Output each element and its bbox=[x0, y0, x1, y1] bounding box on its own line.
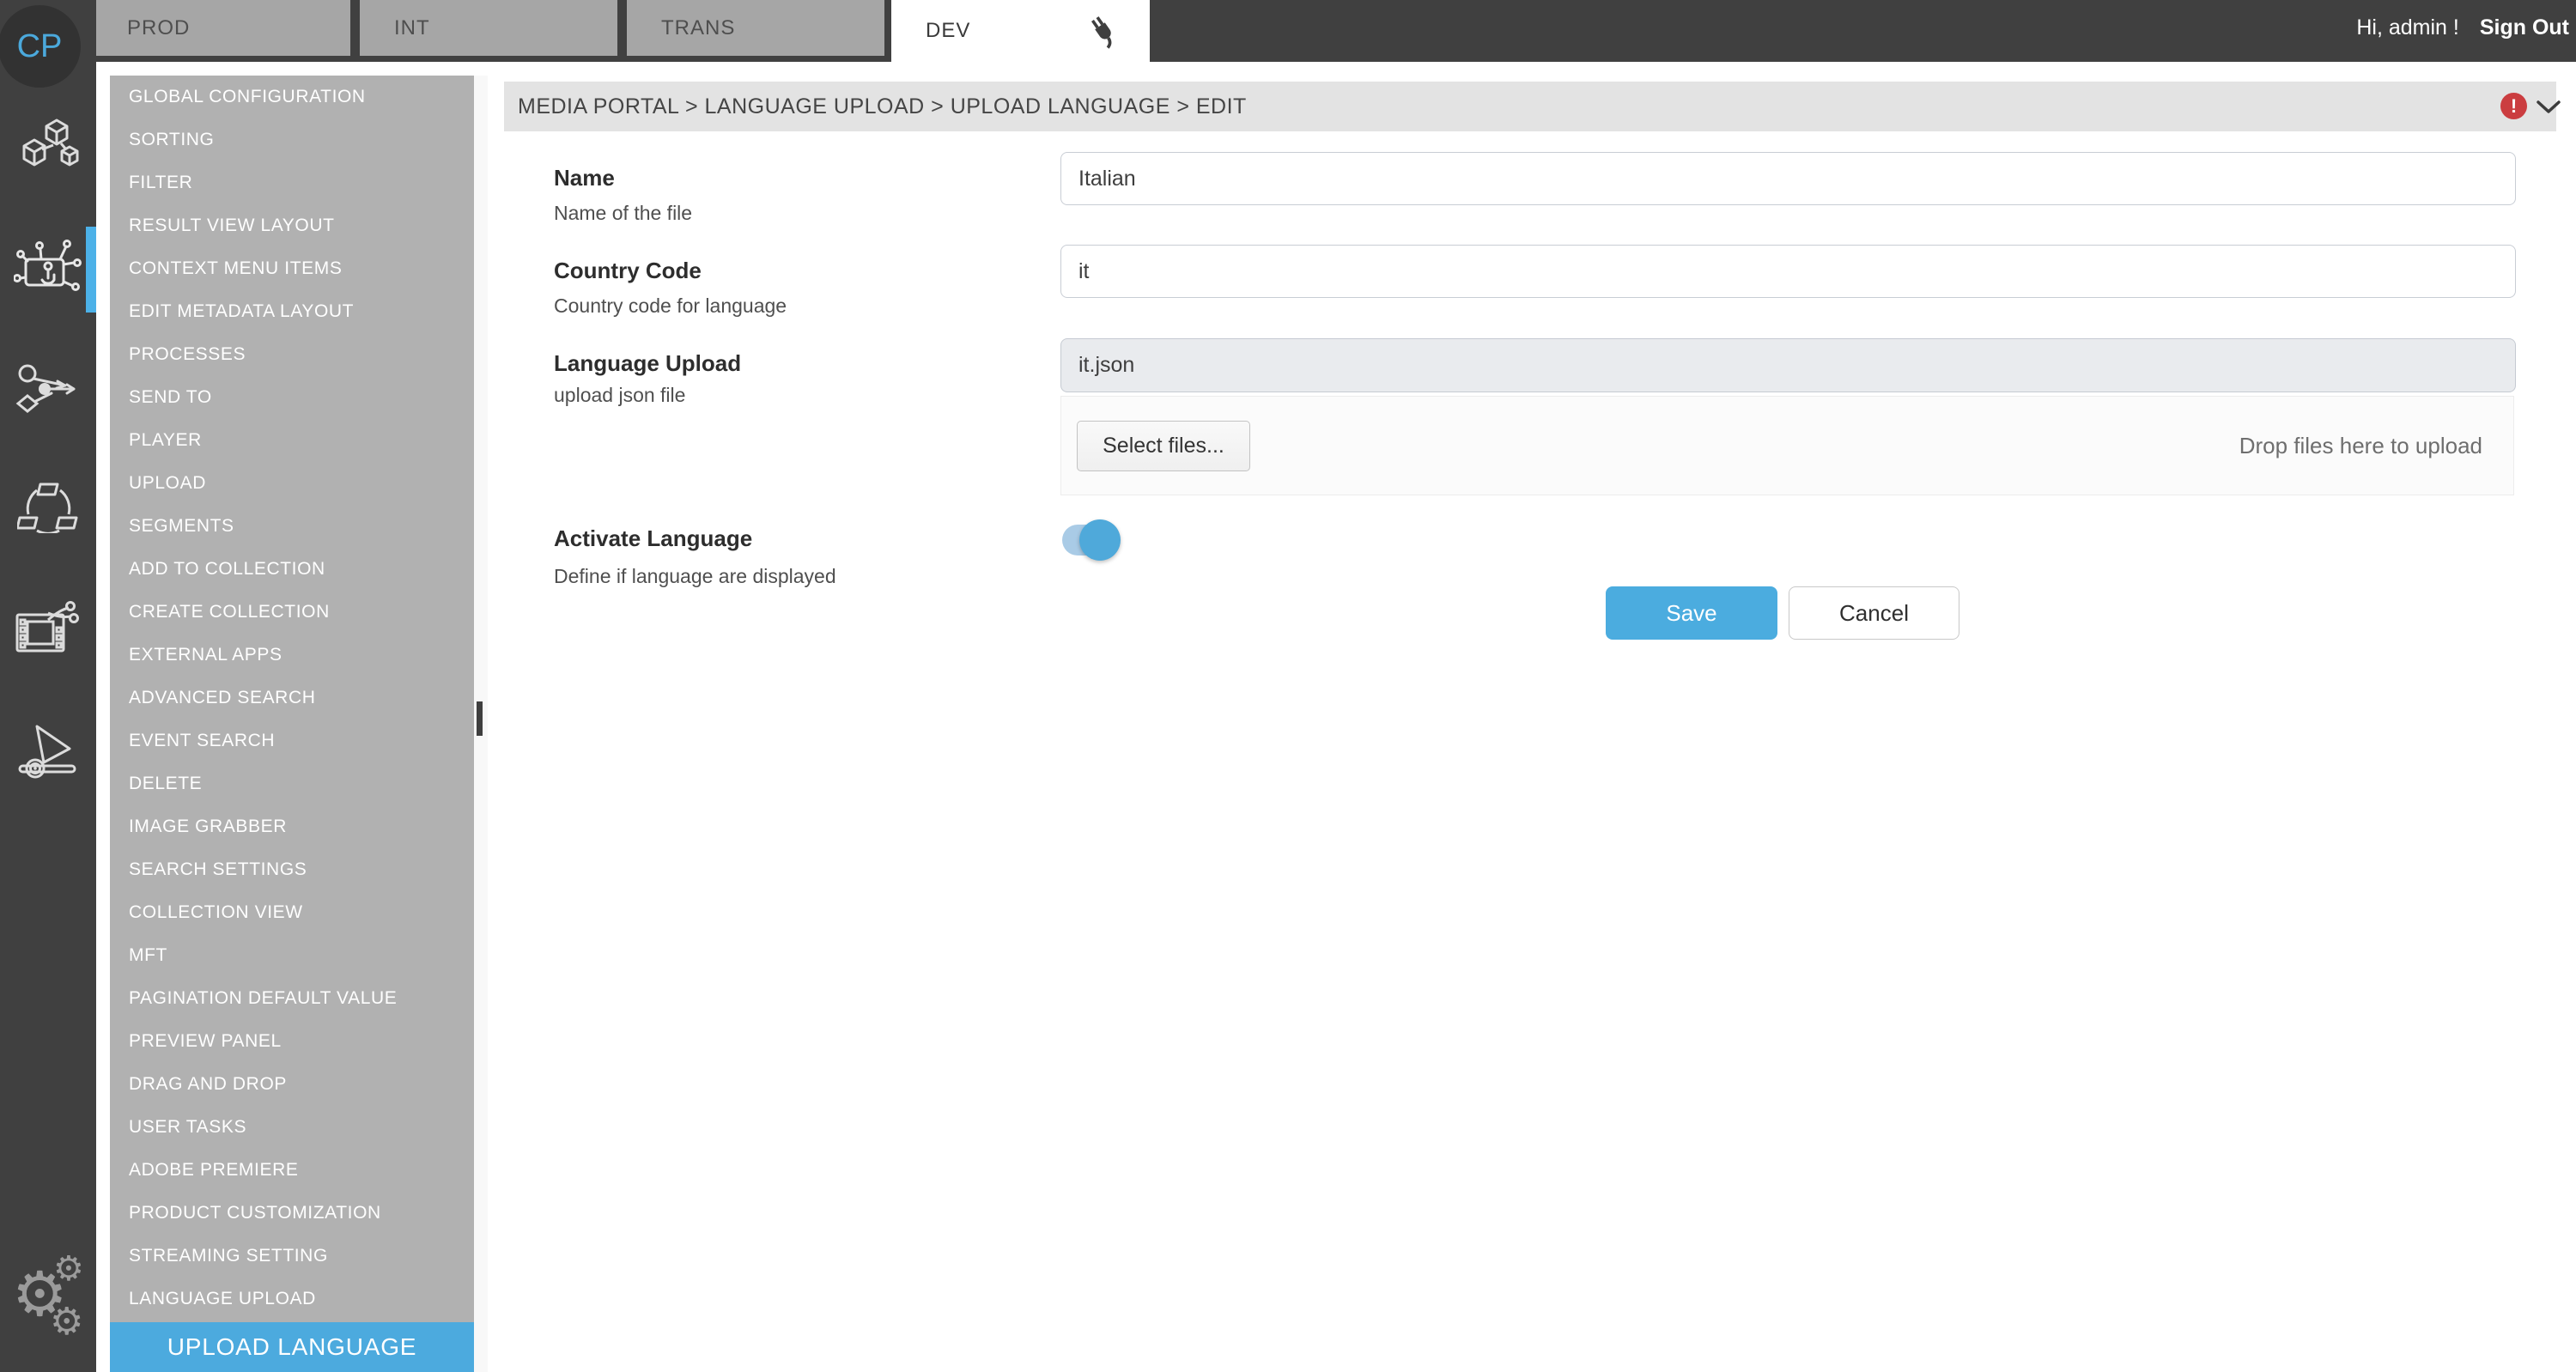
country-code-label: Country Code bbox=[554, 258, 702, 283]
sidebar-active-subitem[interactable]: UPLOAD LANGUAGE bbox=[110, 1322, 474, 1372]
sidebar-item[interactable]: ADOBE PREMIERE bbox=[110, 1149, 474, 1192]
environment-tab[interactable]: TRANS bbox=[627, 0, 884, 56]
tab-dev-active[interactable]: DEV bbox=[891, 0, 1150, 62]
sidebar-item[interactable]: EDIT METADATA LAYOUT bbox=[110, 290, 474, 333]
plug-icon bbox=[1084, 10, 1122, 52]
sidebar-menu: GLOBAL CONFIGURATION SORTING FILTER RESULT … bbox=[110, 76, 474, 1372]
greeting-text: Hi, admin ! bbox=[2356, 15, 2459, 39]
sidebar-item[interactable]: EXTERNAL APPS bbox=[110, 634, 474, 677]
touch-config-icon[interactable] bbox=[0, 237, 96, 306]
sidebar-item[interactable]: RESULT VIEW LAYOUT bbox=[110, 204, 474, 247]
breadcrumb: MEDIA PORTAL > LANGUAGE UPLOAD > UPLOAD … bbox=[518, 94, 1247, 118]
sidebar-item[interactable]: FILTER bbox=[110, 161, 474, 204]
cancel-button[interactable]: Cancel bbox=[1789, 586, 1959, 640]
active-rail-indicator bbox=[86, 227, 96, 313]
sidebar-item[interactable]: SEARCH SETTINGS bbox=[110, 848, 474, 891]
uploaded-file-field: it.json bbox=[1060, 338, 2516, 392]
sidebar-item[interactable]: PAGINATION DEFAULT VALUE bbox=[110, 977, 474, 1020]
player-tools-icon[interactable] bbox=[0, 723, 96, 780]
language-upload-label: Language Upload bbox=[554, 350, 742, 376]
sidebar-item[interactable]: PLAYER bbox=[110, 419, 474, 462]
sidebar-item[interactable]: ADVANCED SEARCH bbox=[110, 677, 474, 719]
sidebar-item[interactable]: ADD TO COLLECTION bbox=[110, 548, 474, 591]
sign-out-link[interactable]: Sign Out bbox=[2480, 15, 2569, 40]
error-badge-icon[interactable]: ! bbox=[2500, 93, 2527, 119]
save-button[interactable]: Save bbox=[1606, 586, 1777, 640]
activate-language-help: Define if language are displayed bbox=[554, 565, 836, 587]
workflow-icon[interactable] bbox=[0, 363, 96, 416]
sidebar-item[interactable]: MFT bbox=[110, 934, 474, 977]
name-label: Name bbox=[554, 165, 615, 191]
sidebar-item[interactable]: DRAG AND DROP bbox=[110, 1063, 474, 1106]
country-code-help: Country code for language bbox=[554, 294, 787, 317]
cubes-network-icon[interactable] bbox=[0, 114, 96, 176]
chevron-down-icon[interactable] bbox=[2536, 100, 2561, 115]
video-edit-icon[interactable] bbox=[0, 601, 96, 656]
collection-cycle-icon[interactable] bbox=[0, 482, 96, 533]
sidebar-item[interactable]: GLOBAL CONFIGURATION bbox=[110, 76, 474, 118]
environment-tab[interactable]: PROD bbox=[93, 0, 350, 56]
sidebar-item[interactable]: LANGUAGE UPLOAD bbox=[110, 1278, 474, 1320]
settings-gears-icon[interactable]: ⚙ bbox=[50, 1303, 83, 1341]
sidebar-item[interactable]: CONTEXT MENU ITEMS bbox=[110, 247, 474, 290]
sidebar-item[interactable]: PREVIEW PANEL bbox=[110, 1020, 474, 1063]
breadcrumb-bar: MEDIA PORTAL > LANGUAGE UPLOAD > UPLOAD … bbox=[504, 82, 2561, 131]
sidebar-item[interactable]: CREATE COLLECTION bbox=[110, 591, 474, 634]
sidebar-item[interactable]: DELETE bbox=[110, 762, 474, 805]
activate-language-toggle-knob[interactable] bbox=[1079, 519, 1121, 561]
sidebar-scrollbar-thumb[interactable] bbox=[477, 701, 483, 736]
sidebar-item[interactable]: STREAMING SETTING bbox=[110, 1235, 474, 1278]
sidebar-item[interactable]: UPLOAD bbox=[110, 462, 474, 505]
name-help: Name of the file bbox=[554, 202, 693, 224]
sidebar-item[interactable]: SORTING bbox=[110, 118, 474, 161]
sidebar-item[interactable]: SEGMENTS bbox=[110, 505, 474, 548]
sidebar-item[interactable]: PRODUCT CUSTOMIZATION bbox=[110, 1192, 474, 1235]
sidebar-item[interactable]: PROCESSES bbox=[110, 333, 474, 376]
icon-rail: ⚙ ⚙ ⚙ bbox=[0, 0, 96, 1372]
country-code-input[interactable] bbox=[1060, 245, 2516, 298]
file-drop-zone[interactable]: Select files... Drop files here to uploa… bbox=[1060, 396, 2514, 495]
language-upload-help: upload json file bbox=[554, 384, 686, 406]
drop-files-hint: Drop files here to upload bbox=[2239, 432, 2482, 458]
top-bar: PROD INT TRANS DEV Hi, admin ! Sign Out bbox=[0, 0, 2576, 62]
user-greeting-area: Hi, admin ! Sign Out bbox=[2356, 0, 2569, 55]
tab-dev-label: DEV bbox=[926, 19, 971, 42]
sidebar-item[interactable]: USER TASKS bbox=[110, 1106, 474, 1149]
sidebar-item[interactable]: IMAGE GRABBER bbox=[110, 805, 474, 848]
sidebar-item[interactable]: COLLECTION VIEW bbox=[110, 891, 474, 934]
sidebar-item[interactable]: EVENT SEARCH bbox=[110, 719, 474, 762]
select-files-button[interactable]: Select files... bbox=[1077, 421, 1250, 471]
cp-logo[interactable]: CP bbox=[0, 5, 81, 88]
activate-language-label: Activate Language bbox=[554, 525, 753, 551]
name-input[interactable] bbox=[1060, 152, 2516, 205]
sidebar-item[interactable]: SEND TO bbox=[110, 376, 474, 419]
environment-tab[interactable]: INT bbox=[360, 0, 617, 56]
